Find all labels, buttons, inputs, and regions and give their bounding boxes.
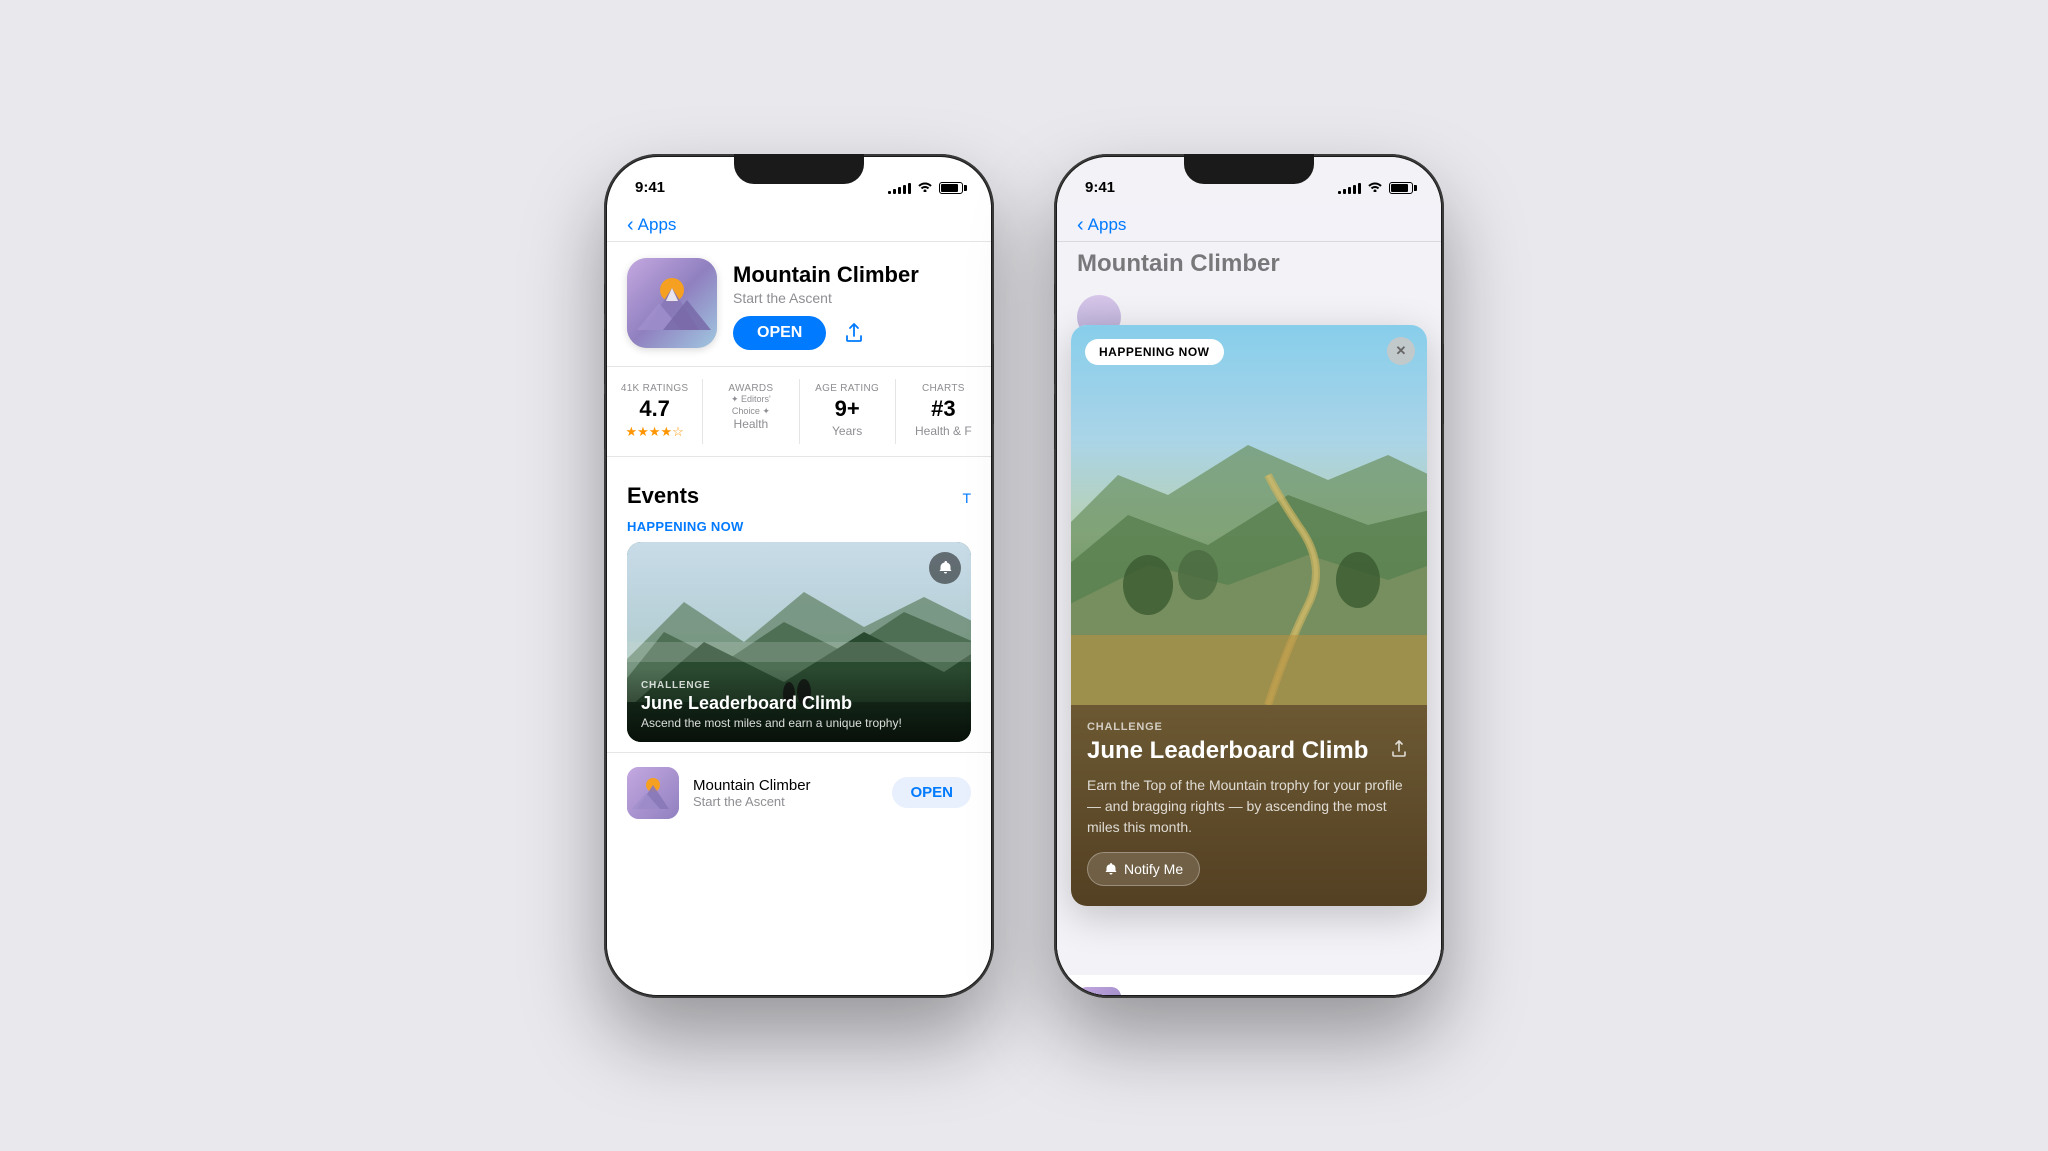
bottom-app-icon [627, 767, 679, 819]
nav-bar-1: ‹ Apps [607, 205, 991, 242]
event-detail-description: Earn the Top of the Mountain trophy for … [1087, 775, 1411, 838]
chevron-left-icon-2: ‹ [1077, 215, 1084, 235]
event-detail-card: HAPPENING NOW ✕ [1071, 325, 1427, 906]
event-share-button[interactable] [1387, 737, 1411, 767]
notch [734, 154, 864, 184]
see-all-link[interactable]: T [962, 490, 971, 506]
open-button[interactable]: OPEN [733, 316, 826, 350]
app-icon [627, 258, 717, 348]
close-button[interactable]: ✕ [1387, 337, 1415, 365]
awards-stat: AWARDS ✦ Editors'Choice ✦ Health [703, 379, 799, 444]
status-icons-1 [888, 180, 963, 195]
age-rating-stat: AGE RATING 9+ Years [800, 379, 896, 444]
ratings-stat: 41K RATINGS 4.7 ★★★★☆ [607, 379, 703, 444]
battery-icon-2 [1389, 182, 1413, 194]
volume-up-button[interactable] [604, 329, 605, 384]
phone-2: 9:41 [1054, 154, 1444, 998]
app-header: Mountain Climber Start the Ascent OPEN [607, 242, 991, 366]
back-label-2: Apps [1088, 215, 1127, 235]
notify-me-button[interactable]: Notify Me [1087, 852, 1200, 886]
phones-container: 9:41 [604, 154, 1444, 998]
event-info: CHALLENGE June Leaderboard Climb Ascend … [627, 668, 971, 742]
bottom-open-button[interactable]: OPEN [892, 777, 971, 808]
app-subtitle: Start the Ascent [733, 290, 971, 306]
event-type: CHALLENGE [641, 680, 957, 691]
wifi-icon [917, 180, 933, 195]
volume-down-button[interactable] [604, 394, 605, 449]
event-hero-image [1071, 325, 1427, 705]
event-card[interactable]: CHALLENGE June Leaderboard Climb Ascend … [627, 542, 971, 742]
volume-up-button-2[interactable] [1054, 329, 1055, 384]
bottom-app-icon-2 [1077, 987, 1121, 995]
mute-button[interactable] [604, 284, 605, 314]
app-actions: OPEN [733, 316, 971, 350]
wifi-icon-2 [1367, 180, 1383, 195]
notify-me-label: Notify Me [1124, 861, 1183, 877]
event-detail-title-row: June Leaderboard Climb [1087, 737, 1411, 767]
app-name: Mountain Climber [733, 262, 971, 288]
bottom-app-name-2: Mountain Climber [1135, 994, 1245, 995]
charts-stat: CHARTS #3 Health & F [896, 379, 991, 444]
power-button-2[interactable] [1443, 344, 1444, 424]
bottom-app-row: Mountain Climber Start the Ascent OPEN [607, 752, 991, 833]
phone-1: 9:41 [604, 154, 994, 998]
phone2-content: ‹ Apps Mountain Climber HAPPENING NOW ✕ [1057, 205, 1441, 995]
event-description: Ascend the most miles and earn a unique … [641, 716, 957, 730]
events-section: Events T HAPPENING NOW [607, 467, 991, 750]
bg-app-name: Mountain Climber [1057, 242, 1441, 286]
event-name: June Leaderboard Climb [641, 693, 957, 714]
phone-2-screen: 9:41 [1057, 157, 1441, 995]
signal-icon-2 [1338, 182, 1361, 194]
signal-icon [888, 182, 911, 194]
status-icons-2 [1338, 180, 1413, 195]
chevron-left-icon: ‹ [627, 215, 634, 235]
event-detail-name: June Leaderboard Climb [1087, 737, 1387, 765]
bottom-app-subtitle: Start the Ascent [693, 794, 878, 809]
section-title: Events [627, 483, 699, 509]
bottom-app-info-2: Mountain Climber Start the Ascent [1135, 994, 1245, 995]
bottom-app-name: Mountain Climber [693, 777, 878, 794]
happening-now-label: HAPPENING NOW [627, 519, 971, 534]
power-button[interactable] [993, 344, 994, 424]
bottom-app-info: Mountain Climber Start the Ascent [693, 777, 878, 809]
event-detail-info: CHALLENGE June Leaderboard Climb Earn th… [1071, 705, 1427, 906]
phone2-bottom-app-row: Mountain Climber Start the Ascent [1057, 975, 1441, 995]
share-button[interactable] [840, 319, 868, 347]
mute-button-2[interactable] [1054, 284, 1055, 314]
back-label-1: Apps [638, 215, 677, 235]
battery-icon [939, 182, 963, 194]
nav-bar-2: ‹ Apps [1057, 205, 1441, 242]
notch-2 [1184, 154, 1314, 184]
appstore-screen: ‹ Apps [607, 205, 991, 995]
bell-icon [1104, 862, 1118, 876]
app-info: Mountain Climber Start the Ascent OPEN [733, 258, 971, 350]
bell-button[interactable] [929, 552, 961, 584]
back-button-2[interactable]: ‹ Apps [1077, 215, 1126, 235]
status-time-1: 9:41 [635, 179, 665, 196]
section-header: Events T [627, 483, 971, 509]
back-button-1[interactable]: ‹ Apps [627, 215, 676, 235]
stats-bar: 41K RATINGS 4.7 ★★★★☆ AWARDS ✦ Editors'C… [607, 366, 991, 457]
volume-down-button-2[interactable] [1054, 394, 1055, 449]
happening-now-badge: HAPPENING NOW [1085, 339, 1224, 365]
event-detail-type: CHALLENGE [1087, 721, 1411, 733]
phone-1-screen: 9:41 [607, 157, 991, 995]
status-time-2: 9:41 [1085, 179, 1115, 196]
